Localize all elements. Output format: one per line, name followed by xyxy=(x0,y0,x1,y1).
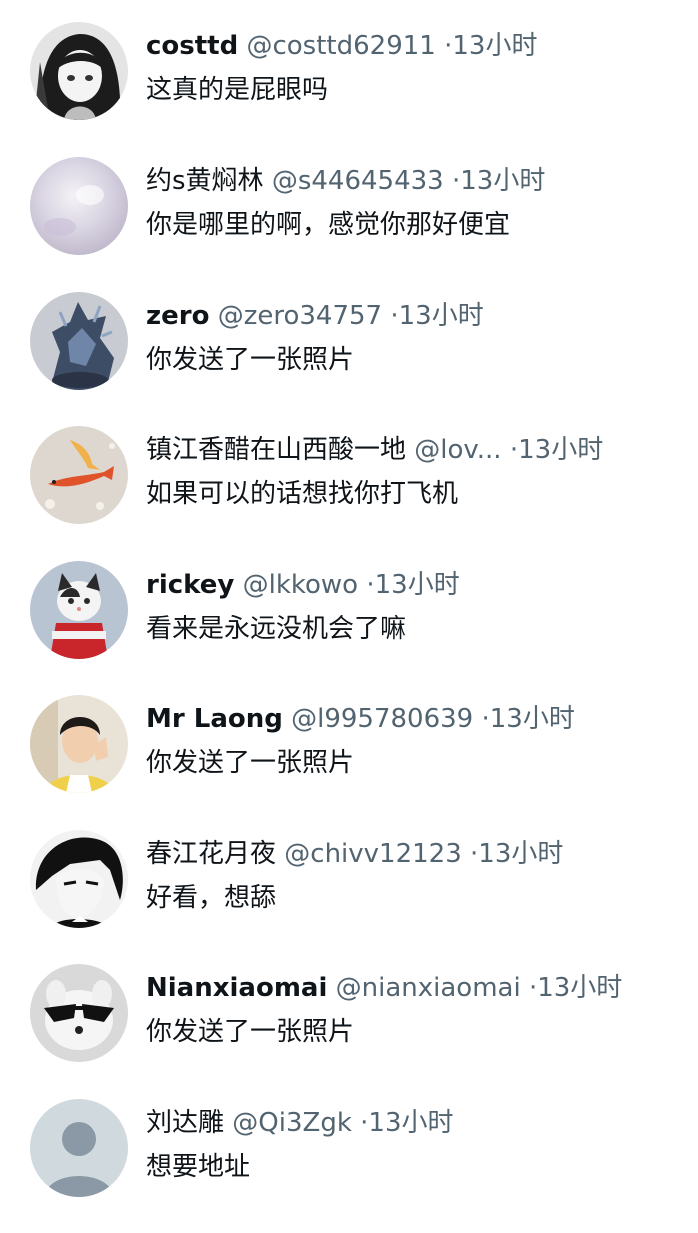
timestamp[interactable]: 13小时 xyxy=(368,1108,453,1138)
display-name[interactable]: rickey xyxy=(146,570,234,600)
user-handle[interactable]: @s44645433 xyxy=(272,166,444,196)
figure-statue-avatar[interactable] xyxy=(30,292,128,390)
display-name[interactable]: 刘达雕 xyxy=(146,1108,224,1138)
reply-list: costtd @costtd62911 ·13小时 这真的是屁眼吗 约s黄焖林 … xyxy=(0,0,698,1200)
reply-text: 你发送了一张照片 xyxy=(146,345,355,375)
reply-text: 你是哪里的啊，感觉你那好便宜 xyxy=(146,210,511,240)
default-person-avatar[interactable] xyxy=(30,1099,128,1197)
timestamp[interactable]: 13小时 xyxy=(399,301,484,331)
reply-item[interactable]: zero @zero34757 ·13小时 你发送了一张照片 xyxy=(0,292,698,426)
anime-girl-avatar[interactable] xyxy=(30,22,128,120)
reply-text: 你发送了一张照片 xyxy=(146,748,355,778)
reply-header: zero @zero34757 ·13小时 xyxy=(146,296,682,336)
display-name[interactable]: 约s黄焖林 xyxy=(146,166,264,196)
reply-item[interactable]: costtd @costtd62911 ·13小时 这真的是屁眼吗 xyxy=(0,22,698,156)
timestamp[interactable]: 13小时 xyxy=(375,570,460,600)
timestamp[interactable]: 13小时 xyxy=(518,435,603,465)
reply-text: 好看，想舔 xyxy=(146,883,277,913)
reply-item[interactable]: Mr Laong @l995780639 ·13小时 你发送了一张照片 xyxy=(0,695,698,829)
dog-sunglasses-avatar[interactable] xyxy=(30,964,128,1062)
timestamp[interactable]: 13小时 xyxy=(478,839,563,869)
timestamp[interactable]: 13小时 xyxy=(452,31,537,61)
user-handle[interactable]: @l995780639 xyxy=(291,704,473,734)
display-name[interactable]: zero xyxy=(146,301,209,331)
timestamp[interactable]: 13小时 xyxy=(460,166,545,196)
reply-header: costtd @costtd62911 ·13小时 xyxy=(146,26,682,66)
display-name[interactable]: Mr Laong xyxy=(146,704,283,734)
cat-santa-avatar[interactable] xyxy=(30,561,128,659)
separator-dot: · xyxy=(366,570,375,600)
man-photo-avatar[interactable] xyxy=(30,695,128,793)
user-handle[interactable]: @zero34757 xyxy=(218,301,382,331)
user-handle[interactable]: @lkkowo xyxy=(243,570,359,600)
reply-header: 春江花月夜 @chivv12123 ·13小时 xyxy=(146,834,682,874)
display-name[interactable]: costtd xyxy=(146,31,238,61)
separator-dot: · xyxy=(528,973,538,1003)
separator-dot: · xyxy=(509,435,519,465)
reply-header: rickey @lkkowo ·13小时 xyxy=(146,565,682,605)
anime-man-avatar[interactable] xyxy=(30,830,128,928)
koi-fish-avatar[interactable] xyxy=(30,426,128,524)
reply-text: 看来是永远没机会了嘛 xyxy=(146,614,407,644)
display-name[interactable]: 春江花月夜 xyxy=(146,839,276,869)
display-name[interactable]: 镇江香醋在山西酸一地 xyxy=(146,435,406,465)
reply-item[interactable]: 镇江香醋在山西酸一地 @lov... ·13小时 如果可以的话想找你打飞机 xyxy=(0,426,698,560)
reply-text: 如果可以的话想找你打飞机 xyxy=(146,479,459,509)
reply-item[interactable]: 春江花月夜 @chivv12123 ·13小时 好看，想舔 xyxy=(0,830,698,964)
user-handle[interactable]: @Qi3Zgk xyxy=(232,1108,352,1138)
separator-dot: · xyxy=(451,166,461,196)
reply-header: 镇江香醋在山西酸一地 @lov... ·13小时 xyxy=(146,430,682,470)
user-handle[interactable]: @costtd62911 xyxy=(246,31,435,61)
reply-item[interactable]: 约s黄焖林 @s44645433 ·13小时 你是哪里的啊，感觉你那好便宜 xyxy=(0,157,698,291)
pearl-avatar[interactable] xyxy=(30,157,128,255)
reply-header: 刘达雕 @Qi3Zgk ·13小时 xyxy=(146,1103,682,1143)
reply-text: 这真的是屁眼吗 xyxy=(146,75,329,105)
reply-item[interactable]: rickey @lkkowo ·13小时 看来是永远没机会了嘛 xyxy=(0,561,698,695)
separator-dot: · xyxy=(481,704,490,734)
separator-dot: · xyxy=(390,301,399,331)
reply-header: Nianxiaomai @nianxiaomai ·13小时 xyxy=(146,968,682,1008)
reply-text: 你发送了一张照片 xyxy=(146,1017,355,1047)
reply-item[interactable]: 刘达雕 @Qi3Zgk ·13小时 想要地址 xyxy=(0,1099,698,1233)
user-handle[interactable]: @chivv12123 xyxy=(284,839,461,869)
timestamp[interactable]: 13小时 xyxy=(537,973,622,1003)
timestamp[interactable]: 13小时 xyxy=(490,704,575,734)
user-handle[interactable]: @lov... xyxy=(414,435,501,465)
user-handle[interactable]: @nianxiaomai xyxy=(336,973,521,1003)
display-name[interactable]: Nianxiaomai xyxy=(146,973,327,1003)
reply-item[interactable]: Nianxiaomai @nianxiaomai ·13小时 你发送了一张照片 xyxy=(0,964,698,1098)
reply-text: 想要地址 xyxy=(146,1152,251,1182)
reply-header: 约s黄焖林 @s44645433 ·13小时 xyxy=(146,161,682,201)
reply-header: Mr Laong @l995780639 ·13小时 xyxy=(146,699,682,739)
